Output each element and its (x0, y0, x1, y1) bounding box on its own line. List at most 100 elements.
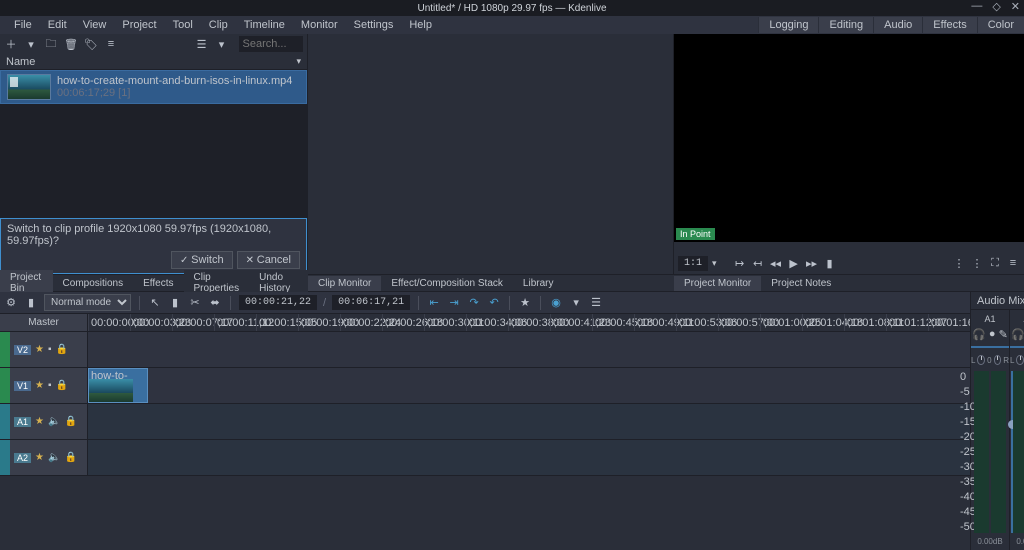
chevron-down-icon[interactable]: ▾ (712, 258, 717, 269)
menu-file[interactable]: File (6, 17, 40, 33)
workspace-logging[interactable]: Logging (758, 17, 818, 33)
channel-db[interactable]: 0.00dB (977, 537, 1002, 546)
minimize-button[interactable]: — (971, 0, 982, 13)
pan-knob[interactable] (1016, 355, 1024, 365)
favorite-icon[interactable]: ★ (518, 296, 532, 310)
workspace-editing[interactable]: Editing (818, 17, 873, 33)
search-input[interactable] (239, 36, 304, 52)
razor-tool-icon[interactable]: ▮ (168, 296, 182, 310)
menu-help[interactable]: Help (401, 17, 440, 33)
timeline-menu-icon[interactable]: ☰ (589, 296, 603, 310)
channel-db[interactable]: 0.00dB (1016, 537, 1024, 546)
lock-icon[interactable]: 🔒 (56, 344, 68, 355)
track-body-v1[interactable]: how-to-create-mount-and-burn-isos-in-lin… (88, 368, 970, 403)
track-header-v1[interactable]: V1 ★ ▪ 🔒 (0, 368, 88, 403)
master-track-header[interactable]: Master (0, 314, 88, 331)
chevron-down-icon[interactable]: ▾ (24, 37, 38, 51)
fullscreen-icon[interactable]: ⛶ (988, 256, 1002, 270)
spacer-tool-icon[interactable]: ⬌ (208, 296, 222, 310)
rewind-icon[interactable]: ◂◂ (769, 256, 783, 270)
folder-icon[interactable]: 🗀 (44, 37, 58, 51)
track-header-a2[interactable]: A2 ★ 🔈 🔒 (0, 440, 88, 475)
menu-settings[interactable]: Settings (346, 17, 402, 33)
monitor-viewport[interactable]: In Point (674, 34, 1024, 242)
headphone-icon[interactable]: 🎧 (1011, 328, 1024, 341)
menu-timeline[interactable]: Timeline (236, 17, 293, 33)
insert-icon[interactable]: ↶ (487, 296, 501, 310)
monitor-scale[interactable]: 1:1 (678, 256, 708, 271)
track-body-a1[interactable] (88, 404, 970, 439)
star-icon[interactable]: ★ (35, 344, 44, 355)
zone-in-icon[interactable]: ⇤ (427, 296, 441, 310)
delete-icon[interactable]: 🗑 (64, 37, 78, 51)
track-menu-icon[interactable]: ▮ (24, 296, 38, 310)
tab-project-notes[interactable]: Project Notes (761, 276, 841, 291)
selection-tool-icon[interactable]: ↖ (148, 296, 162, 310)
video-mute-icon[interactable]: ▪ (48, 380, 52, 391)
zone-start-icon[interactable]: ↦ (733, 256, 747, 270)
bin-empty-area[interactable] (0, 104, 307, 218)
chevron-down-icon[interactable]: ▾ (569, 296, 583, 310)
workspace-audio[interactable]: Audio (873, 17, 922, 33)
cancel-button[interactable]: ✕ Cancel (237, 251, 300, 269)
channel-slider[interactable] (971, 346, 1009, 348)
workspace-effects[interactable]: Effects (922, 17, 976, 33)
zone-out-icon[interactable]: ⇥ (447, 296, 461, 310)
close-button[interactable]: ✕ (1011, 0, 1020, 13)
audio-mute-icon[interactable]: 🔈 (48, 416, 60, 427)
timeline-clip[interactable]: how-to-create-mount-and-burn-isos-in-lin… (88, 368, 148, 403)
menu-monitor[interactable]: Monitor (293, 17, 346, 33)
balance-knob[interactable] (994, 355, 1002, 365)
track-target-icon[interactable] (0, 404, 10, 439)
pan-knob[interactable] (977, 355, 985, 365)
tab-effects[interactable]: Effects (133, 276, 183, 291)
maximize-button[interactable]: ◇ (992, 0, 1000, 13)
solo-icon[interactable]: ✎ (999, 328, 1008, 341)
menu-project[interactable]: Project (114, 17, 164, 33)
cut-icon[interactable]: ✂ (188, 296, 202, 310)
preview-render-icon[interactable]: ◉ (549, 296, 563, 310)
star-icon[interactable]: ★ (35, 380, 44, 391)
tab-effect-stack[interactable]: Effect/Composition Stack (381, 276, 513, 291)
tab-compositions[interactable]: Compositions (53, 276, 134, 291)
overwrite-icon[interactable]: ↷ (467, 296, 481, 310)
switch-button[interactable]: ✓ Switch (171, 251, 233, 269)
track-header-a1[interactable]: A1 ★ 🔈 🔒 (0, 404, 88, 439)
menu-view[interactable]: View (75, 17, 115, 33)
bin-header-name[interactable]: Name (6, 56, 35, 68)
track-header-v2[interactable]: V2 ★ ▪ 🔒 (0, 332, 88, 367)
timeline-ruler[interactable]: 00:00:00;0000:00:03;2300:00:07;1700:00:1… (88, 314, 970, 331)
timeline-position[interactable]: 00:00:21,22 (239, 295, 317, 310)
zone-end-icon[interactable]: ↤ (751, 256, 765, 270)
track-target-icon[interactable] (0, 368, 10, 403)
tab-project-monitor[interactable]: Project Monitor (674, 276, 761, 291)
add-clip-icon[interactable]: ＋ (4, 37, 18, 51)
edit-mode-icon[interactable]: ▮ (823, 256, 837, 270)
lock-icon[interactable]: 🔒 (64, 416, 76, 427)
monitor-ruler[interactable] (674, 242, 1024, 252)
monitor-options-icon[interactable]: ≡ (1006, 256, 1020, 270)
tab-clip-monitor[interactable]: Clip Monitor (308, 276, 381, 291)
video-mute-icon[interactable]: ▪ (48, 344, 52, 355)
monitor-menu-icon[interactable]: ⋮ (952, 256, 966, 270)
tag-icon[interactable]: 🏷 (84, 37, 98, 51)
workspace-color[interactable]: Color (977, 17, 1024, 33)
lock-icon[interactable]: 🔒 (64, 452, 76, 463)
menu-edit[interactable]: Edit (40, 17, 75, 33)
play-icon[interactable]: ▶ (787, 256, 801, 270)
monitor-menu-icon[interactable]: ⋮ (970, 256, 984, 270)
star-icon[interactable]: ★ (35, 416, 44, 427)
menu-tool[interactable]: Tool (165, 17, 201, 33)
gear-icon[interactable]: ⚙ (4, 296, 18, 310)
view-list-icon[interactable]: ☰ (195, 37, 209, 51)
audio-mute-icon[interactable]: 🔈 (48, 452, 60, 463)
chevron-down-icon[interactable]: ▾ (296, 56, 301, 67)
edit-mode-select[interactable]: Normal mode (44, 294, 131, 311)
track-target-icon[interactable] (0, 332, 10, 367)
star-icon[interactable]: ★ (35, 452, 44, 463)
headphone-icon[interactable]: 🎧 (972, 328, 986, 341)
track-target-icon[interactable] (0, 440, 10, 475)
menu-icon[interactable]: ≡ (104, 37, 118, 51)
channel-slider[interactable] (1010, 346, 1024, 348)
tab-library[interactable]: Library (513, 276, 564, 291)
